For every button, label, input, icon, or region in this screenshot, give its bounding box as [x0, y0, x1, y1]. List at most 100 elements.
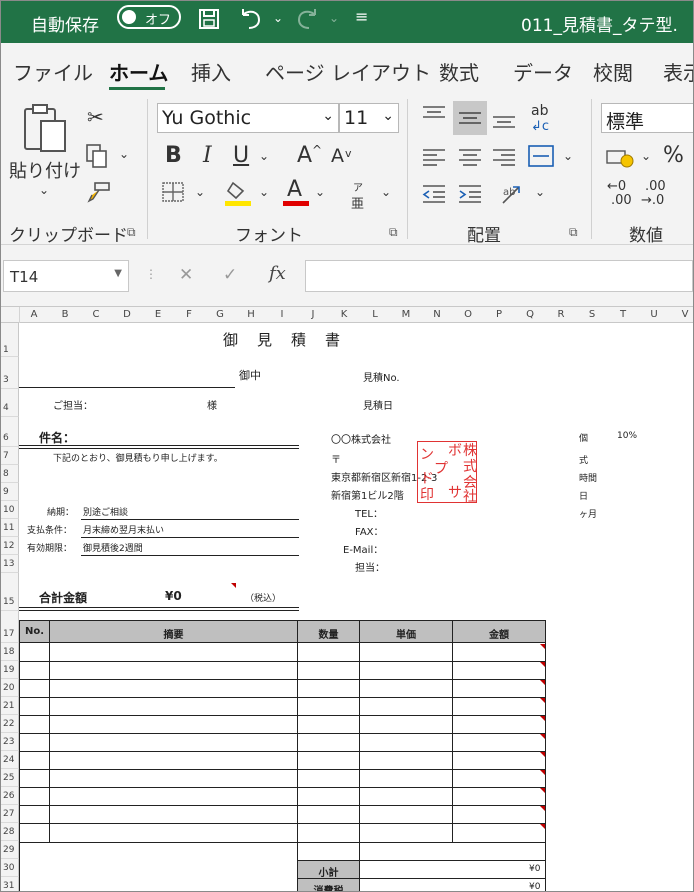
column-header[interactable]: K — [329, 309, 359, 320]
row-header[interactable]: 15 — [1, 573, 19, 611]
fill-color-dropdown-icon[interactable]: ⌄ — [259, 185, 269, 199]
row-header[interactable]: 27 — [1, 805, 19, 823]
increase-decimal-button[interactable]: ←0 — [607, 179, 626, 194]
orientation-icon[interactable]: ab — [499, 181, 527, 211]
bold-button[interactable]: B — [165, 143, 182, 168]
save-icon[interactable] — [197, 7, 221, 36]
customize-toolbar-icon[interactable]: ≡ — [355, 7, 368, 26]
column-header[interactable]: F — [174, 309, 204, 320]
comment-indicator[interactable] — [540, 644, 545, 649]
font-color-button[interactable]: A — [287, 177, 302, 202]
percent-button[interactable]: % — [663, 143, 684, 168]
comment-indicator[interactable] — [540, 788, 545, 793]
italic-button[interactable]: I — [203, 143, 212, 168]
tab-formulas[interactable]: 数式 — [439, 57, 479, 86]
comment-indicator[interactable] — [540, 806, 545, 811]
row-header[interactable]: 1 — [1, 323, 19, 357]
column-header[interactable]: U — [639, 309, 669, 320]
table-row[interactable] — [19, 769, 546, 770]
comment-indicator[interactable] — [540, 680, 545, 685]
increase-font-button[interactable]: A — [297, 143, 312, 168]
align-bottom-icon[interactable] — [491, 109, 517, 137]
table-row[interactable] — [19, 787, 546, 788]
font-color-dropdown-icon[interactable]: ⌄ — [315, 185, 325, 199]
table-row[interactable] — [19, 751, 546, 752]
table-row[interactable] — [19, 661, 546, 662]
redo-dropdown-icon[interactable]: ⌄ — [329, 11, 339, 25]
table-row[interactable] — [19, 715, 546, 716]
column-header[interactable]: M — [391, 309, 421, 320]
clipboard-launcher-icon[interactable]: ⧉ — [127, 225, 136, 240]
row-header[interactable]: 28 — [1, 823, 19, 841]
comment-indicator[interactable] — [540, 770, 545, 775]
tab-review[interactable]: 校閲 — [593, 57, 633, 86]
cut-icon[interactable]: ✂ — [87, 105, 104, 129]
comment-indicator[interactable] — [540, 734, 545, 739]
tab-file[interactable]: ファイル — [13, 57, 93, 86]
column-header[interactable]: J — [298, 309, 328, 320]
row-header[interactable]: 26 — [1, 787, 19, 805]
row-header[interactable]: 31 — [1, 877, 19, 891]
decrease-decimal-button[interactable]: .00 — [645, 179, 666, 194]
column-header[interactable]: N — [422, 309, 452, 320]
tab-data[interactable]: データ — [513, 57, 573, 86]
paste-button[interactable]: 貼り付け — [9, 157, 81, 183]
row-header[interactable]: 10 — [1, 501, 19, 519]
table-row[interactable] — [19, 733, 546, 734]
row-header[interactable]: 21 — [1, 697, 19, 715]
column-header[interactable]: T — [608, 309, 638, 320]
column-header[interactable]: H — [236, 309, 266, 320]
phonetic-top[interactable]: ア — [353, 179, 363, 194]
increase-indent-icon[interactable] — [457, 183, 483, 209]
column-header[interactable]: I — [267, 309, 297, 320]
undo-icon[interactable] — [237, 7, 263, 36]
row-header[interactable]: 9 — [1, 483, 19, 501]
row-header[interactable]: 13 — [1, 555, 19, 573]
column-header[interactable]: B — [50, 309, 80, 320]
merge-dropdown-icon[interactable]: ⌄ — [563, 149, 573, 163]
tab-page-layout[interactable]: ページ レイアウト — [265, 57, 431, 86]
row-header[interactable]: 22 — [1, 715, 19, 733]
decrease-font-button[interactable]: A — [331, 145, 344, 167]
borders-icon[interactable] — [161, 181, 185, 207]
enter-icon[interactable]: ✓ — [223, 265, 237, 285]
cancel-icon[interactable]: ✕ — [179, 265, 193, 285]
comment-indicator[interactable] — [540, 698, 545, 703]
table-row[interactable] — [19, 697, 546, 698]
redo-icon[interactable] — [295, 7, 321, 36]
paste-icon[interactable] — [23, 103, 69, 157]
row-header[interactable]: 3 — [1, 357, 19, 389]
alignment-launcher-icon[interactable]: ⧉ — [569, 225, 578, 240]
accounting-dropdown-icon[interactable]: ⌄ — [641, 149, 651, 163]
align-middle-icon[interactable] — [453, 101, 487, 135]
tab-view[interactable]: 表示 — [663, 57, 693, 86]
orientation-dropdown-icon[interactable]: ⌄ — [535, 185, 545, 199]
column-header[interactable]: O — [453, 309, 483, 320]
number-format-combo[interactable]: 標準 — [601, 103, 693, 133]
copy-dropdown-icon[interactable]: ⌄ — [119, 147, 129, 161]
worksheet[interactable]: A B C D E F G H I J K L M N O P Q R S T … — [1, 307, 693, 891]
row-header[interactable]: 20 — [1, 679, 19, 697]
row-header[interactable]: 19 — [1, 661, 19, 679]
comment-indicator[interactable] — [540, 716, 545, 721]
column-header[interactable]: R — [546, 309, 576, 320]
column-header[interactable]: V — [670, 309, 693, 320]
row-header[interactable]: 25 — [1, 769, 19, 787]
row-header[interactable]: 30 — [1, 859, 19, 877]
comment-indicator[interactable] — [540, 824, 545, 829]
table-row[interactable] — [19, 823, 546, 824]
formula-input[interactable] — [305, 260, 693, 292]
align-right-icon[interactable] — [491, 147, 517, 173]
column-header[interactable]: S — [577, 309, 607, 320]
column-header[interactable]: L — [360, 309, 390, 320]
comment-indicator[interactable] — [540, 752, 545, 757]
column-header[interactable]: Q — [515, 309, 545, 320]
phonetic-dropdown-icon[interactable]: ⌄ — [381, 185, 391, 199]
accounting-format-icon[interactable] — [605, 147, 635, 173]
row-header[interactable]: 7 — [1, 447, 19, 465]
tab-home[interactable]: ホーム — [109, 57, 168, 86]
align-center-icon[interactable] — [457, 147, 483, 173]
column-header[interactable]: A — [19, 309, 49, 320]
copy-icon[interactable] — [85, 143, 109, 173]
fill-color-icon[interactable] — [225, 179, 253, 211]
